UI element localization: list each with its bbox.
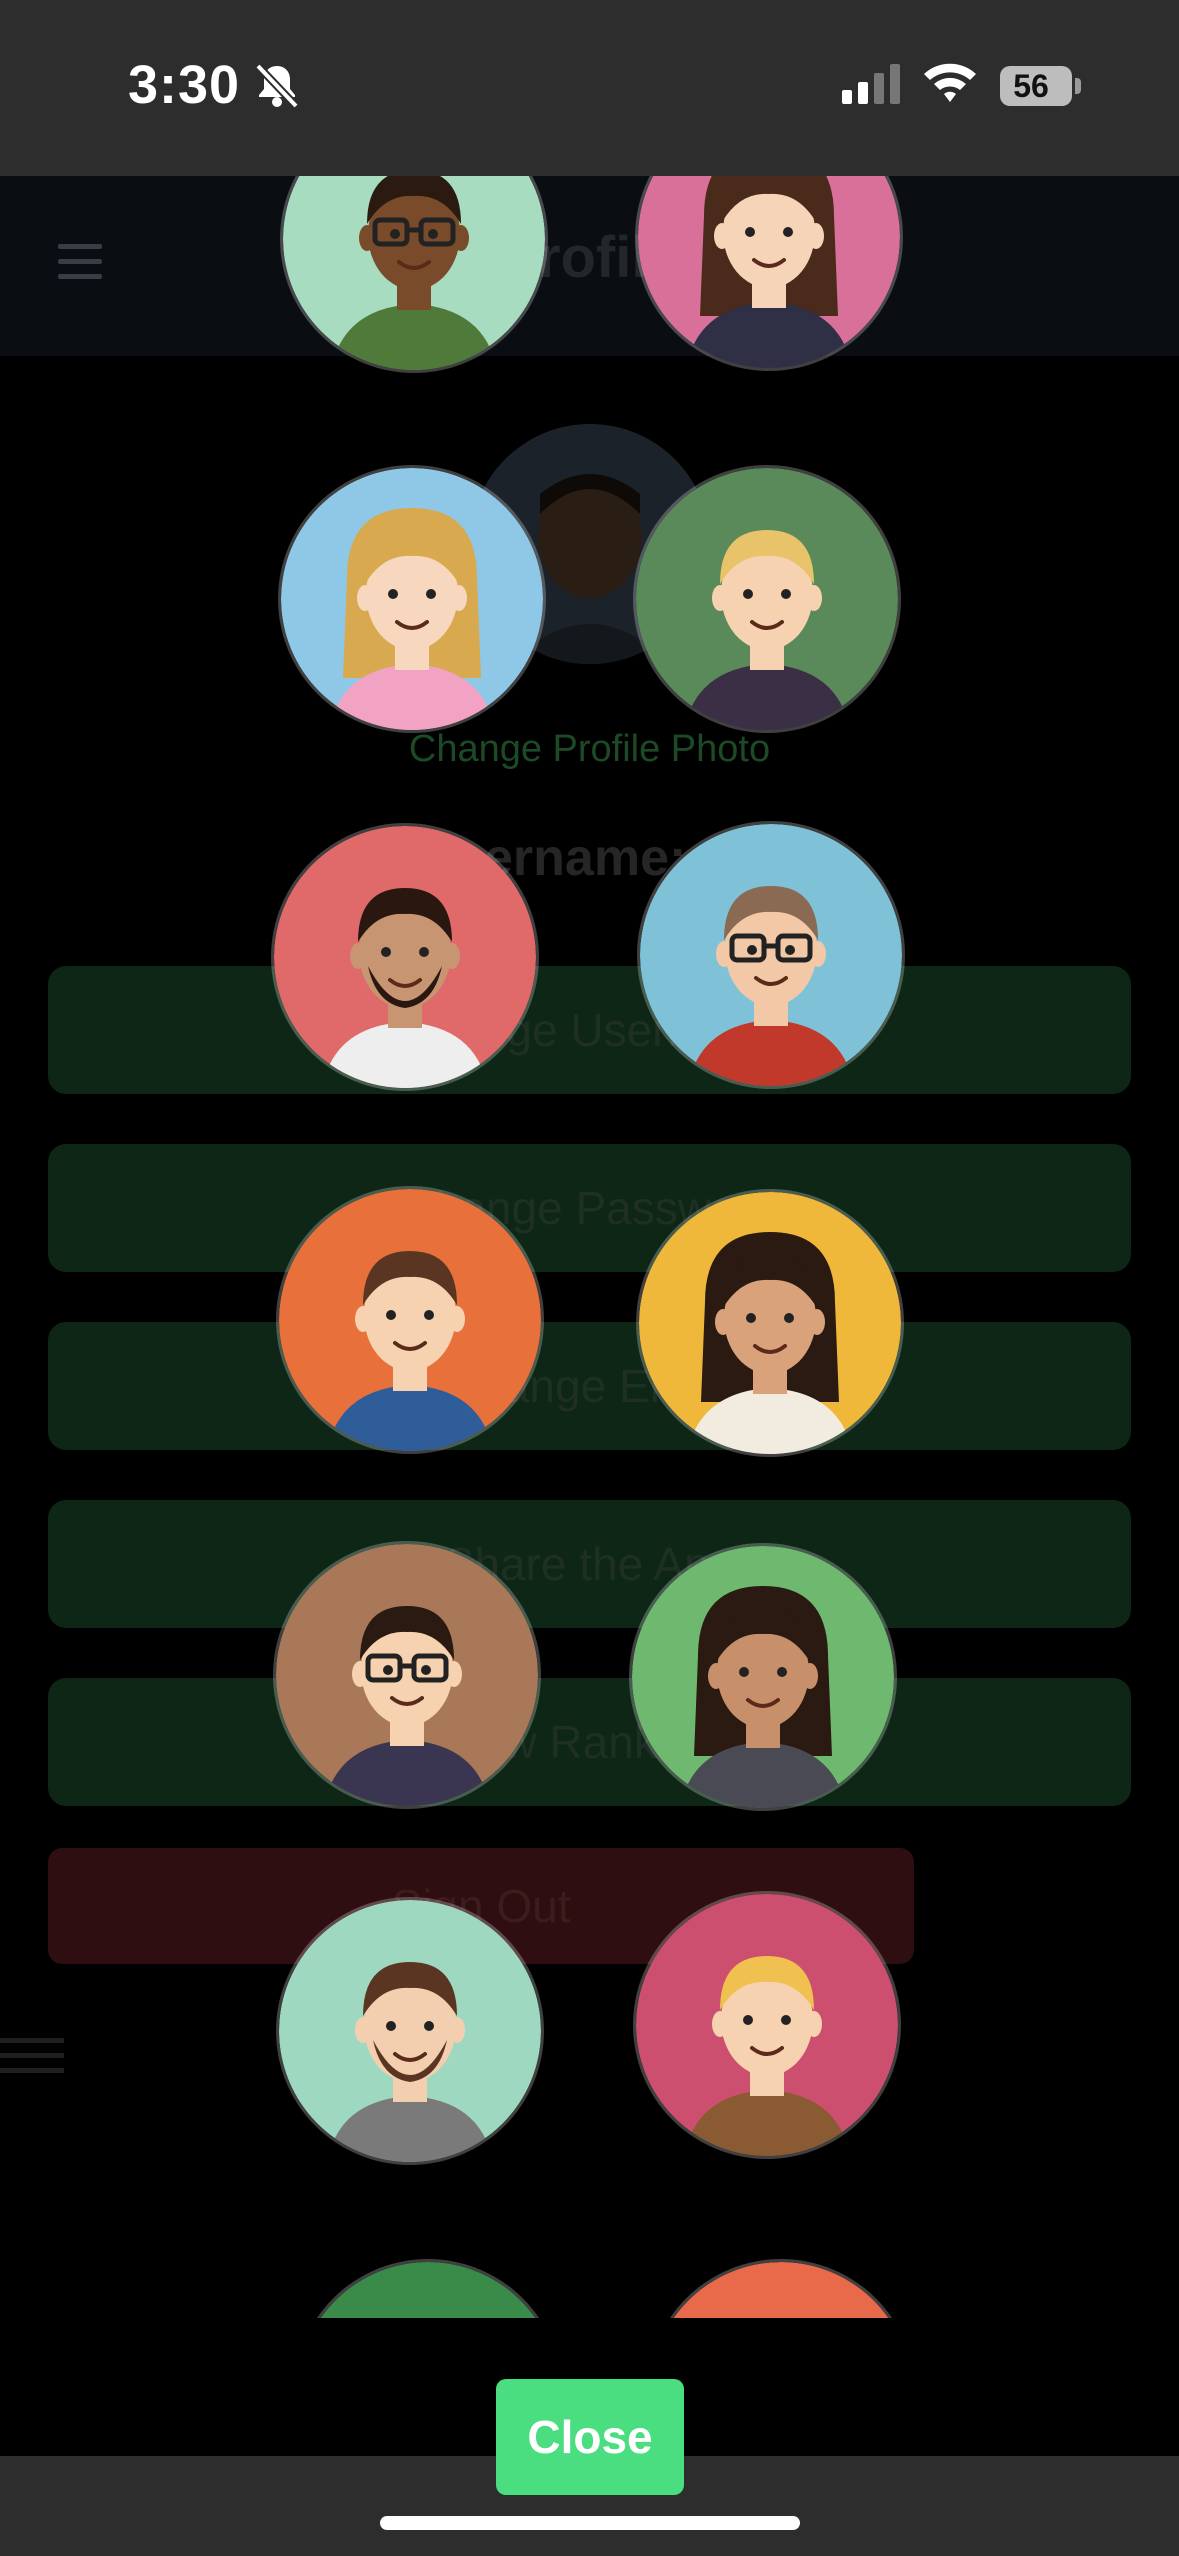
status-time: 3:30 [128, 55, 241, 115]
battery-level: 56 [1013, 68, 1049, 104]
bell-slash-icon [254, 62, 300, 115]
avatar-option-man-glasses-brown[interactable] [276, 1544, 538, 1806]
avatar-option-woman-rose[interactable] [636, 1894, 898, 2156]
home-indicator[interactable] [380, 2516, 800, 2530]
battery-icon: 56 [1000, 66, 1081, 106]
avatar-option-man-beard-mint[interactable] [279, 1900, 541, 2162]
wifi-icon [922, 60, 978, 109]
avatar-option-woman-blonde-blue[interactable] [281, 468, 543, 730]
avatar-option-man-goatee-red[interactable] [274, 826, 536, 1088]
avatar-option-man-orange[interactable] [279, 1189, 541, 1451]
avatar-option-avatar-partial-2[interactable] [650, 2262, 912, 2318]
avatar-option-avatar-partial-1[interactable] [297, 2262, 559, 2318]
avatar-option-woman-green[interactable] [632, 1546, 894, 1808]
close-button[interactable]: Close [496, 2379, 684, 2495]
signal-icon [842, 64, 904, 109]
avatar-option-woman-yellow[interactable] [639, 1192, 901, 1454]
avatar-option-man-blonde-green[interactable] [636, 468, 898, 730]
avatar-option-woman-glasses-blue[interactable] [640, 824, 902, 1086]
status-bar: 3:30 56 [0, 0, 1179, 176]
avatar-picker [0, 0, 1179, 2318]
